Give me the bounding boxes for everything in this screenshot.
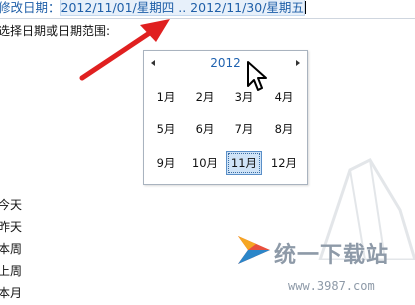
search-query-text[interactable]: 修改日期：2012/11/01/星期四 .. 2012/11/30/星期五: [0, 0, 306, 16]
month-picker-calendar: 2012 1月 2月 3月 4月 5月 6月 7月 8月 9月 10月 11月 …: [143, 50, 308, 185]
month-cell[interactable]: 7月: [226, 117, 262, 141]
month-cell-selected[interactable]: 11月: [226, 151, 262, 175]
date-range-value: 2012/11/01/星期四 .. 2012/11/30/星期五: [59, 0, 305, 16]
year-label[interactable]: 2012: [144, 56, 307, 70]
quick-option-this-week[interactable]: 本周: [0, 240, 22, 257]
site-logo-icon: [238, 236, 270, 264]
mouse-pointer-icon: [247, 61, 267, 91]
chevron-right-icon: [296, 60, 300, 66]
date-picker-prompt: 选择日期或日期范围:: [0, 24, 111, 38]
month-cell[interactable]: 8月: [266, 117, 302, 141]
quick-option-yesterday[interactable]: 昨天: [0, 218, 22, 235]
month-cell[interactable]: 4月: [266, 85, 302, 109]
search-prefix: 修改日期：: [0, 0, 61, 15]
quick-option-last-week[interactable]: 上周: [0, 262, 22, 279]
site-watermark: 统一下载站 www.3987.com: [230, 230, 415, 305]
quick-option-this-month[interactable]: 本月: [0, 284, 22, 301]
text-caret: [304, 1, 306, 14]
quick-option-today[interactable]: 今天: [0, 196, 22, 213]
watermark-brand: 统一下载站: [274, 243, 390, 268]
month-cell[interactable]: 6月: [187, 117, 223, 141]
month-cell[interactable]: 10月: [187, 151, 223, 175]
month-cell[interactable]: 12月: [266, 151, 302, 175]
month-cell[interactable]: 2月: [187, 85, 223, 109]
month-cell[interactable]: 1月: [148, 85, 184, 109]
month-cell[interactable]: 9月: [148, 151, 184, 175]
watermark-url: www.3987.com: [288, 279, 375, 293]
month-cell[interactable]: 5月: [148, 117, 184, 141]
search-box[interactable]: 修改日期：2012/11/01/星期四 .. 2012/11/30/星期五: [0, 0, 415, 19]
calendar-header: 2012: [144, 51, 307, 75]
next-year-button[interactable]: [292, 57, 304, 69]
